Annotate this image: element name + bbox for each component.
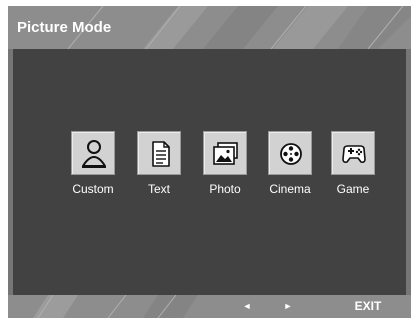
mode-game[interactable]: Game — [324, 131, 384, 201]
mode-photo[interactable]: Photo — [196, 131, 256, 201]
mode-label: Game — [336, 182, 370, 196]
exit-button[interactable]: EXIT — [348, 295, 388, 318]
mode-tile[interactable] — [71, 131, 115, 175]
right-arrow-button[interactable]: ► — [277, 295, 299, 318]
mode-list: Custom Text Photo Cinema Game — [64, 131, 384, 201]
film-reel-icon — [280, 143, 302, 165]
mode-custom[interactable]: Custom — [64, 131, 124, 201]
mode-panel: Custom Text Photo Cinema Game — [13, 49, 406, 295]
mode-tile[interactable] — [203, 131, 247, 175]
mode-tile[interactable] — [137, 131, 181, 175]
mode-text[interactable]: Text — [130, 131, 190, 201]
mode-tile[interactable] — [331, 131, 375, 175]
photo-icon — [213, 142, 238, 165]
document-icon — [152, 141, 170, 167]
mode-cinema[interactable]: Cinema — [261, 131, 321, 201]
picture-mode-osd: Picture Mode Custom Text Photo Cinema Ga… — [8, 6, 411, 318]
bottom-bar: ◄ ► EXIT — [8, 295, 411, 318]
mode-tile[interactable] — [268, 131, 312, 175]
person-icon — [82, 140, 106, 168]
gamepad-icon — [342, 145, 366, 163]
left-arrow-button[interactable]: ◄ — [236, 295, 258, 318]
page-title: Picture Mode — [17, 19, 112, 36]
title-bar: Picture Mode — [8, 6, 411, 49]
